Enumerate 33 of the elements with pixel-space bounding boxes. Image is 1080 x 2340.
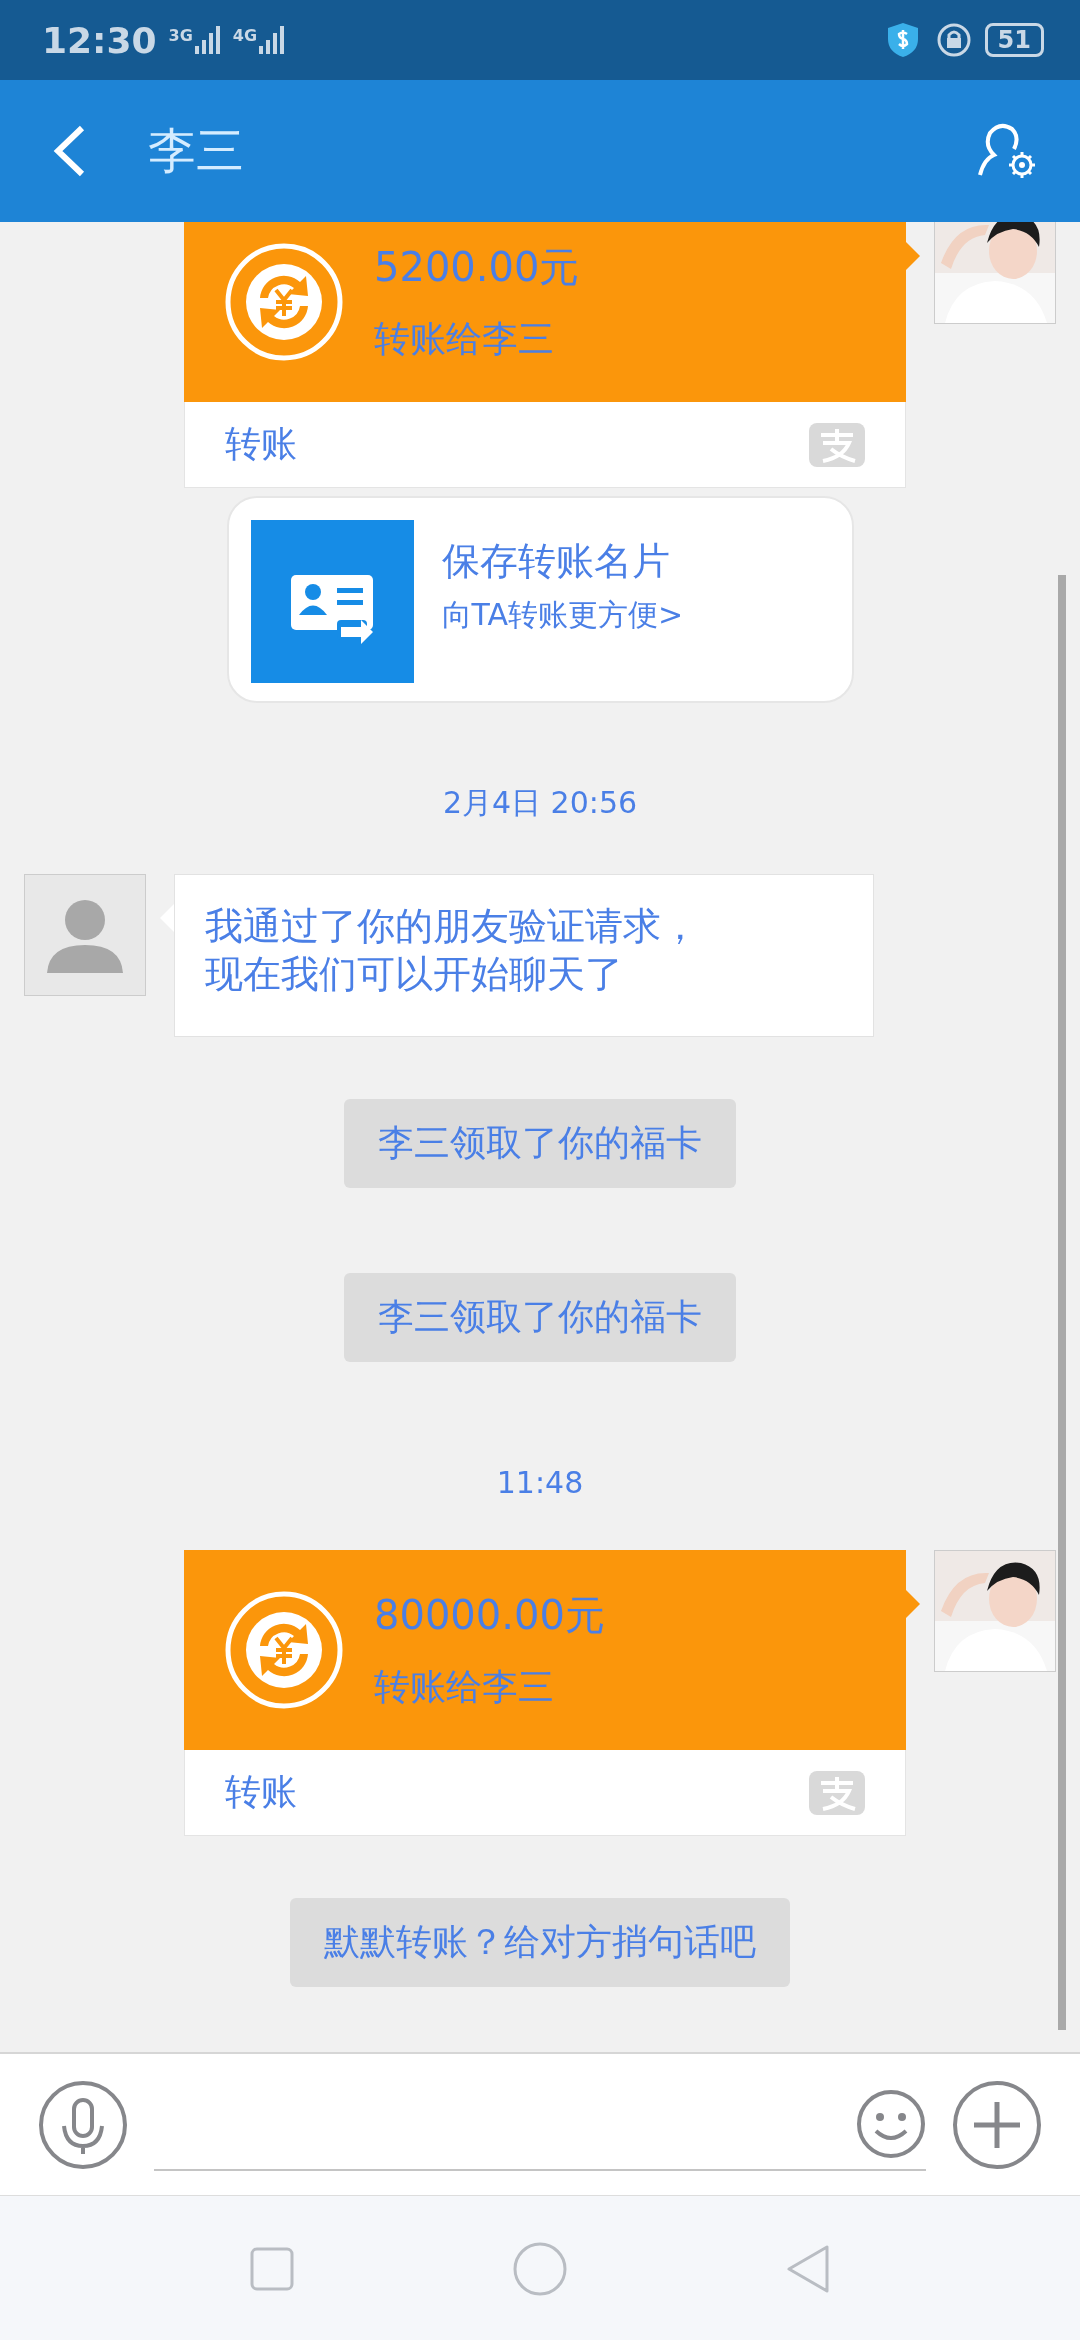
system-notice: 李三领取了你的福卡	[344, 1273, 736, 1362]
pay-logo-icon	[809, 1770, 865, 1815]
signal-icon	[259, 26, 286, 54]
system-notice: 李三领取了你的福卡	[344, 1099, 736, 1188]
add-button[interactable]	[952, 2079, 1042, 2170]
transfer-note: 转账给李三	[374, 1665, 555, 1709]
transfer-amount: 5200.00元	[374, 243, 580, 292]
shield-icon	[886, 22, 919, 58]
message-bubble: 我通过了你的朋友验证请求， 现在我们可以开始聊天了	[174, 874, 874, 1037]
name-card[interactable]: 保存转账名片 向TA转账更方便>	[226, 496, 854, 703]
network-label: 3G	[168, 26, 193, 45]
transfer-label: 转账	[225, 422, 297, 466]
lock-rotation-icon	[936, 23, 971, 57]
yuan-transfer-icon	[224, 1590, 344, 1710]
timestamp: 11:48	[496, 1465, 584, 1500]
transfer-label: 转账	[225, 1770, 297, 1814]
battery-level: 51	[984, 23, 1044, 57]
emoji-button[interactable]	[856, 2088, 926, 2159]
status-time: 12:30	[42, 19, 157, 61]
chat-title: 李三	[148, 121, 244, 180]
voice-button[interactable]	[38, 2079, 128, 2170]
card-subtitle: 向TA转账更方便>	[441, 596, 684, 634]
timestamp: 2月4日 20:56	[442, 784, 638, 822]
network-label: 4G	[232, 26, 258, 45]
transfer-amount: 80000.00元	[374, 1591, 605, 1640]
yuan-transfer-icon	[224, 242, 344, 362]
system-notice: 默默转账？给对方捎句话吧	[290, 1898, 790, 1987]
transfer-note: 转账给李三	[374, 317, 555, 361]
card-title: 保存转账名片	[441, 538, 671, 585]
avatar-icon	[24, 874, 146, 996]
scrollbar[interactable]	[1058, 575, 1066, 2030]
pay-logo-icon	[809, 422, 865, 467]
signal-icon	[194, 26, 221, 54]
